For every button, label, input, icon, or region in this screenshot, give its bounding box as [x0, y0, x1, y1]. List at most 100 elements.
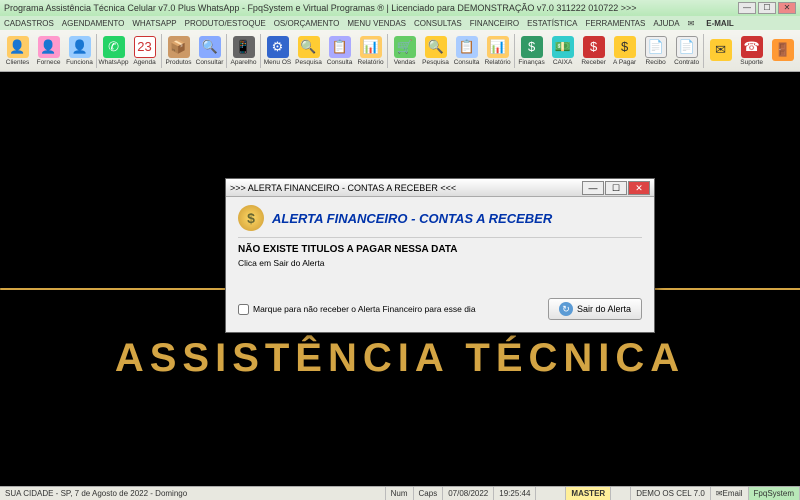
minimize-button[interactable]: —	[738, 2, 756, 14]
consulta-icon: 📋	[329, 36, 351, 58]
dialog-heading: ALERTA FINANCEIRO - CONTAS A RECEBER	[272, 211, 552, 226]
toolbar-a pagar[interactable]: $A Pagar	[609, 31, 640, 71]
dialog-titlebar[interactable]: >>> ALERTA FINANCEIRO - CONTAS A RECEBER…	[226, 179, 654, 197]
vendas-icon: 🛒	[394, 36, 416, 58]
toolbar-label: Consulta	[327, 59, 353, 66]
status-master: MASTER	[566, 487, 611, 500]
exit-alert-button[interactable]: ↻ Sair do Alerta	[548, 298, 642, 320]
icon-icon: 🚪	[772, 39, 794, 61]
toolbar-aparelho[interactable]: 📱Aparelho	[228, 31, 259, 71]
close-button[interactable]: ✕	[778, 2, 796, 14]
toolbar-whatsapp[interactable]: ✆WhatsApp	[98, 31, 129, 71]
suppress-alert-input[interactable]	[238, 304, 249, 315]
toolbar-vendas[interactable]: 🛒Vendas	[389, 31, 420, 71]
toolbar-finanças[interactable]: $Finanças	[516, 31, 547, 71]
maximize-button[interactable]: ☐	[758, 2, 776, 14]
toolbar-consulta[interactable]: 📋Consulta	[451, 31, 482, 71]
dialog-close-button[interactable]: ✕	[628, 181, 650, 195]
recibo-icon: 📄	[645, 36, 667, 58]
menu-os[interactable]: OS/ORÇAMENTO	[274, 19, 340, 28]
toolbar-relatório[interactable]: 📊Relatório	[355, 31, 386, 71]
contrato-icon: 📄	[676, 36, 698, 58]
toolbar-separator	[703, 34, 704, 68]
toolbar-label: Menu OS	[264, 59, 291, 66]
toolbar-label: WhatsApp	[99, 59, 129, 66]
toolbar-button[interactable]: ✉	[705, 31, 736, 71]
toolbar-relatório[interactable]: 📊Relatório	[482, 31, 513, 71]
toolbar-caixa[interactable]: 💵CAIXA	[547, 31, 578, 71]
status-num: Num	[386, 487, 414, 500]
dialog-maximize-button[interactable]: ☐	[605, 181, 627, 195]
toolbar-funciona[interactable]: 👤Funciona	[64, 31, 95, 71]
menu-ajuda[interactable]: AJUDA	[653, 19, 679, 28]
toolbar-produtos[interactable]: 📦Produtos	[163, 31, 194, 71]
funciona-icon: 👤	[69, 36, 91, 58]
logo-text: ASSISTÊNCIA TÉCNICA	[115, 336, 685, 381]
status-time: 19:25:44	[494, 487, 536, 500]
toolbar-label: Clientes	[6, 59, 29, 66]
toolbar-label: Pesquisa	[422, 59, 449, 66]
menu-email[interactable]: E-MAIL	[706, 19, 734, 28]
toolbar-label: Finanças	[518, 59, 544, 66]
toolbar-label: Relatório	[358, 59, 384, 66]
menu-estatistica[interactable]: ESTATÍSTICA	[527, 19, 577, 28]
toolbar-consultar[interactable]: 🔍Consultar	[194, 31, 225, 71]
toolbar-button[interactable]: 🚪	[767, 31, 798, 71]
dialog-minimize-button[interactable]: —	[582, 181, 604, 195]
icon-icon: ✉	[710, 39, 732, 61]
coin-icon: $	[238, 205, 264, 231]
toolbar-separator	[514, 34, 515, 68]
status-location: SUA CIDADE - SP, 7 de Agosto de 2022 - D…	[0, 487, 386, 500]
window-controls: — ☐ ✕	[738, 2, 796, 14]
menu-cadastros[interactable]: CADASTROS	[4, 19, 54, 28]
a pagar-icon: $	[614, 36, 636, 58]
toolbar-receber[interactable]: $Receber	[578, 31, 609, 71]
toolbar-agenda[interactable]: 23Agenda	[129, 31, 160, 71]
statusbar: SUA CIDADE - SP, 7 de Agosto de 2022 - D…	[0, 486, 800, 500]
fornece-icon: 👤	[38, 36, 60, 58]
toolbar-clientes[interactable]: 👤Clientes	[2, 31, 33, 71]
pesquisa-icon: 🔍	[298, 36, 320, 58]
email-icon[interactable]: ✉	[688, 19, 695, 28]
toolbar-consulta[interactable]: 📋Consulta	[324, 31, 355, 71]
toolbar-label: A Pagar	[613, 59, 636, 66]
toolbar-separator	[260, 34, 261, 68]
menu-consultas[interactable]: CONSULTAS	[414, 19, 462, 28]
relatório-icon: 📊	[360, 36, 382, 58]
window-title: Programa Assistência Técnica Celular v7.…	[4, 3, 738, 13]
toolbar-suporte[interactable]: ☎Suporte	[736, 31, 767, 71]
toolbar-fornece[interactable]: 👤Fornece	[33, 31, 64, 71]
clientes-icon: 👤	[7, 36, 29, 58]
exit-alert-label: Sair do Alerta	[577, 304, 631, 314]
consulta-icon: 📋	[456, 36, 478, 58]
status-email-icon[interactable]: ✉ Email	[711, 487, 749, 500]
menu-financeiro[interactable]: FINANCEIRO	[470, 19, 519, 28]
toolbar-separator	[387, 34, 388, 68]
toolbar-recibo[interactable]: 📄Recibo	[640, 31, 671, 71]
toolbar-label: Fornece	[37, 59, 61, 66]
status-demo: DEMO OS CEL 7.0	[631, 487, 711, 500]
suppress-alert-checkbox[interactable]: Marque para não receber o Alerta Finance…	[238, 304, 476, 315]
dialog-message: NÃO EXISTE TITULOS A PAGAR NESSA DATA	[238, 244, 642, 255]
exit-icon: ↻	[559, 302, 573, 316]
menu-ferramentas[interactable]: FERRAMENTAS	[585, 19, 645, 28]
menu os-icon: ⚙	[267, 36, 289, 58]
toolbar: 👤Clientes👤Fornece👤Funciona✆WhatsApp23Age…	[0, 30, 800, 72]
menu-produto[interactable]: PRODUTO/ESTOQUE	[185, 19, 266, 28]
status-spacer	[536, 487, 566, 500]
menu-agendamento[interactable]: AGENDAMENTO	[62, 19, 125, 28]
produtos-icon: 📦	[168, 36, 190, 58]
toolbar-label: Produtos	[166, 59, 192, 66]
toolbar-pesquisa[interactable]: 🔍Pesquisa	[420, 31, 451, 71]
toolbar-pesquisa[interactable]: 🔍Pesquisa	[293, 31, 324, 71]
window-titlebar: Programa Assistência Técnica Celular v7.…	[0, 0, 800, 16]
menu-vendas[interactable]: MENU VENDAS	[347, 19, 406, 28]
toolbar-menu os[interactable]: ⚙Menu OS	[262, 31, 293, 71]
pesquisa-icon: 🔍	[425, 36, 447, 58]
toolbar-label: Suporte	[740, 59, 763, 66]
toolbar-label: Aparelho	[231, 59, 257, 66]
menu-whatsapp[interactable]: WHATSAPP	[132, 19, 176, 28]
toolbar-contrato[interactable]: 📄Contrato	[671, 31, 702, 71]
toolbar-label: Relatório	[485, 59, 511, 66]
toolbar-label: Receber	[581, 59, 606, 66]
